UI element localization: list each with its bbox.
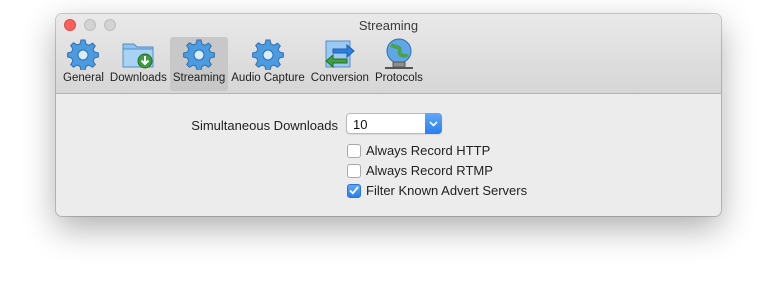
checkbox-label: Always Record HTTP [366,143,491,158]
settings-panel: Simultaneous Downloads 10 Always Record … [56,94,721,216]
tab-label: Protocols [374,72,423,84]
tab-label: Downloads [109,72,167,84]
tab-label: Audio Capture [231,72,305,84]
checkbox-label: Always Record RTMP [366,163,493,178]
toolbar: Streaming General Downloads Streaming Au… [56,14,721,94]
tab-general[interactable]: General [60,37,107,91]
tab-label: Conversion [310,72,369,84]
chevron-down-icon[interactable] [425,113,442,134]
tab-protocols[interactable]: Protocols [372,37,426,91]
preference-tabs: General Downloads Streaming Audio Captur… [60,37,426,91]
conversion-arrows-icon [322,37,358,71]
tab-audio-capture[interactable]: Audio Capture [228,37,308,91]
filter-advert-servers-checkbox[interactable] [347,183,361,198]
downloads-folder-icon [120,37,156,71]
select-value: 10 [353,117,368,132]
tab-streaming[interactable]: Streaming [169,37,229,91]
gear-icon [65,37,101,71]
tab-label: General [63,72,104,84]
always-record-http-option[interactable]: Always Record HTTP [347,143,490,158]
checkmark-icon [349,186,359,195]
window-title: Streaming [358,18,419,33]
gear-icon [181,37,217,71]
always-record-rtmp-option[interactable]: Always Record RTMP [347,163,493,178]
simultaneous-downloads-select[interactable]: 10 [346,113,442,134]
checkbox-label: Filter Known Advert Servers [366,183,528,198]
preferences-window: Streaming General Downloads Streaming Au… [56,14,721,216]
always-record-rtmp-checkbox[interactable] [347,163,361,178]
tab-downloads[interactable]: Downloads [107,37,170,91]
simultaneous-downloads-label: Simultaneous Downloads [191,118,338,133]
tab-conversion[interactable]: Conversion [308,37,372,91]
filter-advert-servers-option[interactable]: Filter Known Advert Servers [347,183,527,198]
gear-icon [250,37,286,71]
globe-network-icon [381,37,417,71]
tab-label: Streaming [172,72,226,84]
always-record-http-checkbox[interactable] [347,143,361,158]
